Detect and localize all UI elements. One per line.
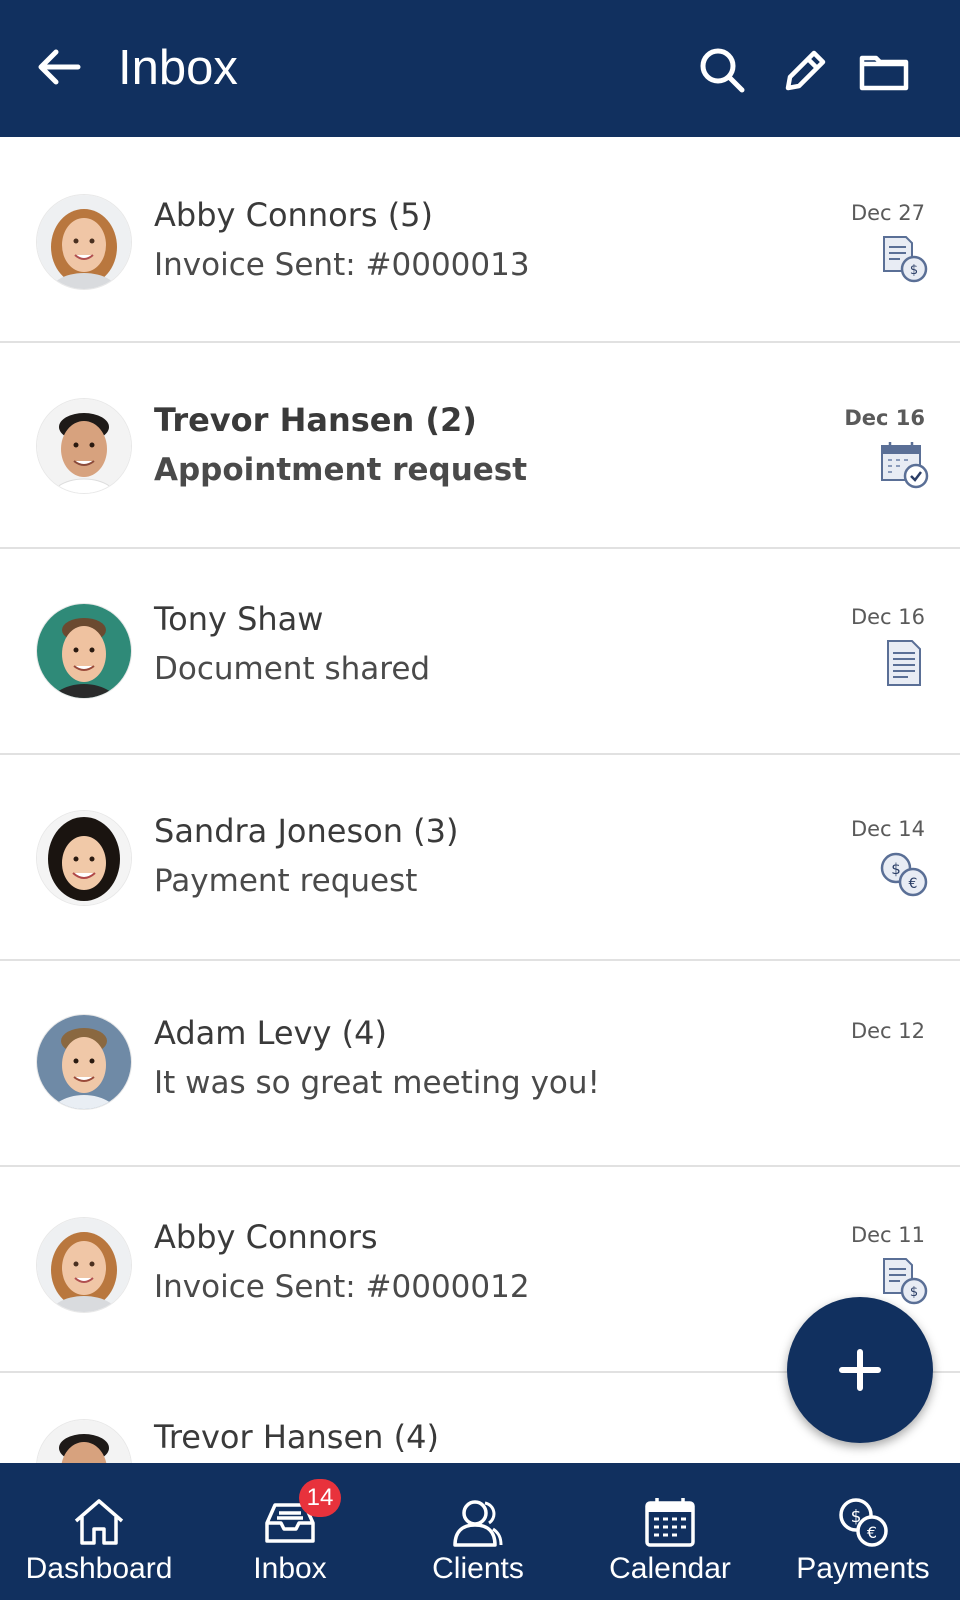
sender-name: Tony Shaw bbox=[154, 600, 324, 638]
bottom-nav: Dashboard 14 Inbox Clients Calendar $ € P… bbox=[0, 1463, 960, 1600]
unread-badge: 14 bbox=[299, 1479, 341, 1517]
sender-name: Trevor Hansen (2) bbox=[154, 401, 477, 439]
message-row[interactable]: Tony Shaw Document shared Dec 16 bbox=[0, 549, 960, 755]
compose-pencil-icon[interactable] bbox=[778, 44, 830, 96]
message-preview: Invoice Sent: #0000013 bbox=[154, 247, 530, 283]
nav-clients[interactable]: Clients bbox=[382, 1463, 574, 1600]
avatar bbox=[36, 810, 132, 906]
avatar bbox=[36, 398, 132, 494]
avatar bbox=[36, 1217, 132, 1313]
message-list[interactable]: Abby Connors (5) Invoice Sent: #0000013 … bbox=[0, 137, 960, 1463]
folder-icon[interactable] bbox=[858, 44, 910, 96]
invoice-icon: $ bbox=[878, 1255, 930, 1307]
svg-text:€: € bbox=[867, 1523, 877, 1542]
coins-icon: $ € bbox=[834, 1493, 892, 1551]
nav-payments[interactable]: $ € Payments bbox=[766, 1463, 960, 1600]
nav-label: Dashboard bbox=[25, 1552, 173, 1585]
document-icon bbox=[878, 637, 930, 689]
coins-icon: $ € bbox=[878, 848, 930, 900]
message-row[interactable]: Sandra Joneson (3) Payment request Dec 1… bbox=[0, 755, 960, 961]
sender-name: Abby Connors bbox=[154, 1218, 378, 1256]
nav-label: Payments bbox=[796, 1552, 930, 1585]
invoice-icon: $ bbox=[878, 233, 930, 285]
message-preview: It was so great meeting you! bbox=[154, 1065, 600, 1101]
nav-calendar[interactable]: Calendar bbox=[574, 1463, 766, 1600]
message-date: Dec 27 bbox=[850, 201, 925, 225]
message-row[interactable]: Trevor Hansen (2) Appointment request De… bbox=[0, 343, 960, 549]
avatar bbox=[36, 1419, 132, 1463]
avatar bbox=[36, 1014, 132, 1110]
message-row[interactable]: Abby Connors (5) Invoice Sent: #0000013 … bbox=[0, 137, 960, 343]
message-preview: Appointment request bbox=[154, 452, 528, 488]
calendar-icon bbox=[641, 1493, 699, 1551]
plus-icon bbox=[839, 1349, 881, 1391]
nav-label: Calendar bbox=[609, 1552, 731, 1585]
sender-name: Adam Levy (4) bbox=[154, 1014, 387, 1052]
message-date: Dec 14 bbox=[850, 817, 925, 841]
message-date: Dec 12 bbox=[850, 1019, 925, 1043]
house-icon bbox=[70, 1493, 128, 1551]
nav-inbox[interactable]: 14 Inbox bbox=[198, 1463, 382, 1600]
page-title: Inbox bbox=[118, 41, 238, 95]
sender-name: Trevor Hansen (4) bbox=[154, 1418, 439, 1456]
message-preview: Invoice Sent: #0000012 bbox=[154, 1269, 530, 1305]
svg-text:$: $ bbox=[910, 263, 918, 278]
message-row[interactable]: Adam Levy (4) It was so great meeting yo… bbox=[0, 961, 960, 1167]
svg-text:€: € bbox=[909, 876, 918, 892]
message-preview: Payment request bbox=[154, 863, 418, 899]
back-arrow-icon[interactable] bbox=[34, 42, 84, 92]
sender-name: Abby Connors (5) bbox=[154, 196, 434, 234]
nav-label: Clients bbox=[432, 1552, 524, 1585]
message-date: Dec 16 bbox=[850, 605, 925, 629]
message-date: Dec 11 bbox=[850, 1223, 925, 1247]
app-bar: Inbox bbox=[0, 0, 960, 137]
avatar bbox=[36, 194, 132, 290]
users-icon bbox=[449, 1493, 507, 1551]
avatar bbox=[36, 603, 132, 699]
nav-dashboard[interactable]: Dashboard bbox=[0, 1463, 198, 1600]
nav-label: Inbox bbox=[253, 1552, 327, 1585]
message-preview: Document shared bbox=[154, 651, 431, 687]
svg-text:$: $ bbox=[910, 1285, 918, 1300]
calendar-check-icon bbox=[878, 438, 930, 490]
sender-name: Sandra Joneson (3) bbox=[154, 812, 459, 850]
search-icon[interactable] bbox=[696, 44, 748, 96]
compose-fab-button[interactable] bbox=[787, 1297, 933, 1443]
svg-text:$: $ bbox=[891, 860, 901, 878]
message-date: Dec 16 bbox=[844, 406, 925, 430]
